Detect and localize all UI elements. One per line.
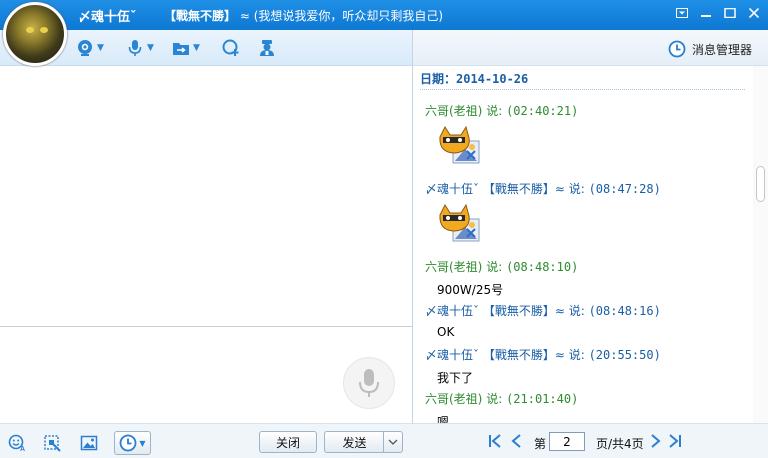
emoji-font-icon[interactable]: A xyxy=(8,434,26,452)
message-manager-label: 消息管理器 xyxy=(691,42,752,57)
scrollbar-thumb[interactable] xyxy=(756,166,765,202)
chevron-down-icon: ▼ xyxy=(147,43,154,53)
send-button[interactable]: 发送 xyxy=(324,431,384,453)
chevron-down-icon: ▼ xyxy=(97,43,104,53)
contact-group-tag: 【戰無不勝】 xyxy=(164,9,237,23)
send-options-button[interactable] xyxy=(383,431,403,453)
page-number-input[interactable] xyxy=(549,432,585,451)
contact-signature: 【戰無不勝】 ≈ (我想说我爱你，听众却只剩我自己) xyxy=(164,7,443,24)
message-time: (08:47:28) xyxy=(588,182,661,196)
screenshot-icon[interactable] xyxy=(43,434,61,452)
message-says: 说: xyxy=(486,104,503,118)
history-message: 〆魂十伍ˇ 【戰無不勝】≈ 说: (08:47:28) xyxy=(425,180,661,247)
avatar-eye xyxy=(40,27,48,33)
chat-history-button[interactable]: ▼ xyxy=(114,431,151,455)
history-header: 消息管理器 xyxy=(412,30,768,66)
app-button[interactable] xyxy=(258,38,276,58)
next-page-icon[interactable] xyxy=(650,433,662,452)
message-sender: 〆魂十伍ˇ 【戰無不勝】≈ xyxy=(425,182,565,196)
close-button[interactable]: 关闭 xyxy=(259,431,317,453)
add-chat-icon xyxy=(222,39,239,56)
history-message: 六哥(老祖) 说: (02:40:21) xyxy=(425,102,578,169)
contact-nickname: 〆魂十伍ˇ xyxy=(78,10,137,25)
message-says: 说: xyxy=(568,182,585,196)
avatar[interactable] xyxy=(3,2,67,66)
image-icon[interactable] xyxy=(80,434,98,452)
history-message: 六哥(老祖) 说: (08:48:10) 900W/25号 xyxy=(425,258,578,298)
maximize-icon[interactable] xyxy=(722,6,738,20)
message-body: 嗯 xyxy=(437,415,450,423)
remote-assist-button[interactable] xyxy=(222,38,240,58)
message-body: OK xyxy=(437,325,455,339)
video-call-button[interactable]: ▼ xyxy=(76,38,104,58)
voice-message-button[interactable] xyxy=(343,357,395,409)
voice-call-button[interactable]: ▼ xyxy=(126,38,154,58)
message-time: (08:48:10) xyxy=(506,260,579,274)
input-toolbar: A ▼ 关闭 发送 xyxy=(0,423,412,458)
history-date: 日期：2014-10-26 xyxy=(420,70,745,90)
cat-emoji-icon xyxy=(439,203,480,242)
message-body: 900W/25号 xyxy=(437,283,504,297)
webcam-icon xyxy=(78,40,92,56)
message-says: 说: xyxy=(486,392,503,406)
history-pager: 第 页/共4页 xyxy=(412,423,768,458)
person-app-icon xyxy=(260,40,274,56)
message-time: (02:40:21) xyxy=(506,104,579,118)
cat-emoji-icon xyxy=(439,125,480,164)
message-sender: 六哥(老祖) xyxy=(425,260,483,274)
emoji-image[interactable] xyxy=(435,123,481,169)
chevron-down-icon: ▼ xyxy=(139,438,146,448)
message-sender: 〆魂十伍ˇ 【戰無不勝】≈ xyxy=(425,348,565,362)
message-says: 说: xyxy=(568,348,585,362)
send-file-button[interactable]: ▼ xyxy=(172,38,200,58)
message-time: (20:55:50) xyxy=(588,348,661,362)
message-sender: 六哥(老祖) xyxy=(425,392,483,406)
message-manager-button[interactable]: 消息管理器 xyxy=(668,40,752,58)
microphone-icon xyxy=(359,369,379,397)
microphone-icon xyxy=(128,40,142,56)
chevron-down-icon: ▼ xyxy=(193,43,200,53)
clock-icon xyxy=(668,40,686,58)
chat-display-area xyxy=(0,66,412,326)
avatar-eye xyxy=(26,27,34,33)
contact-signature-text: ≈ (我想说我爱你，听众却只剩我自己) xyxy=(239,9,444,23)
last-page-icon[interactable] xyxy=(668,433,682,452)
history-message: 〆魂十伍ˇ 【戰無不勝】≈ 说: (08:48:16) OK xyxy=(425,302,661,339)
history-message: 六哥(老祖) 说: (21:01:40) 嗯 xyxy=(425,390,578,423)
message-sender: 六哥(老祖) xyxy=(425,104,483,118)
chevron-down-icon xyxy=(388,439,398,445)
message-time: (08:48:16) xyxy=(588,304,661,318)
folder-transfer-icon xyxy=(173,43,189,55)
history-scrollbar[interactable] xyxy=(753,66,768,423)
message-sender: 〆魂十伍ˇ 【戰無不勝】≈ xyxy=(425,304,565,318)
chat-history-panel: 日期：2014-10-26 六哥(老祖) 说: (02:40:21) 〆魂十伍ˇ… xyxy=(413,66,753,423)
message-says: 说: xyxy=(486,260,503,274)
history-message: 〆魂十伍ˇ 【戰無不勝】≈ 说: (20:55:50) 我下了 xyxy=(425,346,661,386)
emoji-image[interactable] xyxy=(435,201,481,247)
svg-text:A: A xyxy=(20,446,25,452)
page-prefix: 第 xyxy=(534,437,547,451)
clock-icon xyxy=(120,434,137,452)
minimize-icon[interactable] xyxy=(698,6,714,20)
message-time: (21:01:40) xyxy=(506,392,579,406)
message-says: 说: xyxy=(568,304,585,318)
page-total: 页/共4页 xyxy=(596,437,644,451)
first-page-icon[interactable] xyxy=(488,433,502,452)
previous-page-icon[interactable] xyxy=(510,433,522,452)
message-body: 我下了 xyxy=(437,371,474,385)
menu-dropdown-icon[interactable] xyxy=(674,6,690,20)
close-icon[interactable] xyxy=(746,6,762,20)
window-controls xyxy=(674,6,762,20)
title-bar: 〆魂十伍ˇ 【戰無不勝】 ≈ (我想说我爱你，听众却只剩我自己) xyxy=(0,0,768,30)
